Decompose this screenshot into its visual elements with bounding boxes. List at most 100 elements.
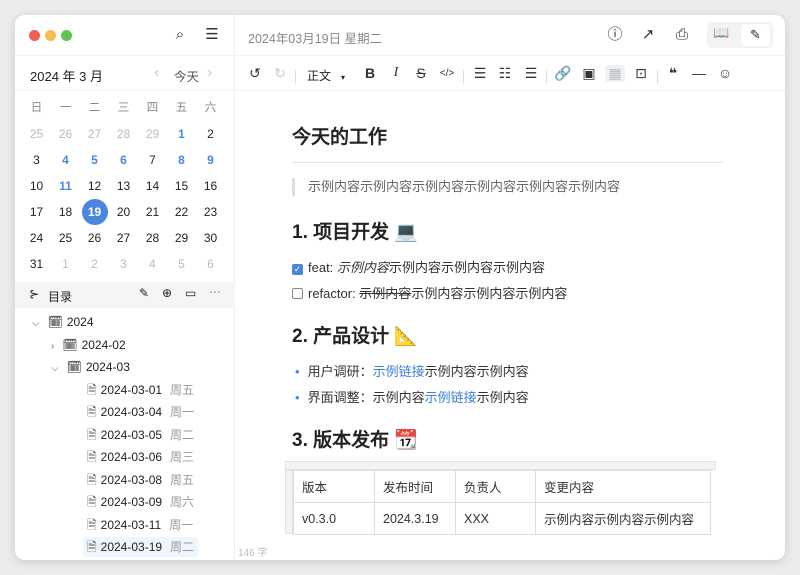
tree-folder[interactable]: ⌵ 🗓 2024-03 [51, 357, 130, 377]
calendar-day[interactable]: 13 [109, 175, 138, 197]
table-cell[interactable]: 2024.3.19 [374, 502, 456, 535]
checkbox-unchecked[interactable] [292, 288, 303, 299]
example-link[interactable]: 示例链接 [373, 364, 425, 379]
tree-file[interactable]: 🗎 2024-03-06 周三 [87, 447, 194, 467]
edit-mode-icon[interactable]: ✎ [741, 24, 770, 46]
today-button[interactable]: 今天 [174, 66, 199, 85]
tree-weekday: 周六 [170, 495, 195, 509]
calendar-day[interactable]: 28 [138, 227, 167, 249]
table-row-handles[interactable] [285, 470, 293, 534]
calendar-day[interactable]: 3 [22, 149, 51, 171]
calendar-day[interactable]: 14 [138, 175, 167, 197]
calendar-day[interactable]: 8 [167, 149, 196, 171]
table-header-cell[interactable]: 负责人 [455, 470, 536, 503]
calendar-day[interactable]: 19 [81, 199, 108, 225]
redo-icon[interactable]: ↻ [270, 65, 290, 82]
calendar-day[interactable]: 22 [167, 201, 196, 223]
calendar-day[interactable]: 31 [22, 253, 51, 275]
calendar-day[interactable]: 2 [196, 123, 225, 145]
calendar-day[interactable]: 4 [138, 253, 167, 275]
chevron-down-icon[interactable]: ⌵ [51, 363, 59, 374]
word-count: 146 字 [238, 548, 268, 559]
undo-icon[interactable]: ↺ [245, 65, 265, 82]
calendar-day[interactable]: 29 [138, 123, 167, 145]
chevron-right-icon[interactable]: › [51, 341, 54, 352]
calendar-day[interactable]: 26 [51, 123, 80, 145]
calendar-day[interactable]: 27 [80, 123, 109, 145]
calendar-day[interactable]: 24 [22, 227, 51, 249]
chevron-down-icon[interactable]: ⌵ [32, 318, 40, 329]
tree-weekday: 周二 [170, 540, 195, 554]
calendar-day[interactable]: 1 [167, 123, 196, 145]
table-header-cell[interactable]: 变更内容 [535, 470, 711, 503]
divider [292, 162, 723, 163]
example-link[interactable]: 示例链接 [425, 390, 477, 405]
calendar-day[interactable]: 18 [51, 201, 80, 223]
tree-file[interactable]: 🗎 2024-03-04 周一 [87, 402, 194, 422]
calendar-day[interactable]: 25 [51, 227, 80, 249]
calendar-day[interactable]: 11 [51, 175, 80, 197]
table-cell[interactable]: 示例内容示例内容示例内容 [535, 502, 711, 535]
calendar-day[interactable]: 1 [51, 253, 80, 275]
calendar-day[interactable]: 25 [22, 123, 51, 145]
tree-file[interactable]: 🗎 2024-03-11 周一 [87, 515, 193, 535]
outline-tree-icon: ⊱ [29, 287, 40, 301]
calendar-day[interactable]: 16 [196, 175, 225, 197]
tree-label: 2024-02 [81, 337, 126, 352]
prev-month-button[interactable]: ‹ [154, 64, 159, 82]
collapse-icon[interactable]: ▭ [185, 286, 196, 300]
calendar-day[interactable]: 12 [80, 175, 109, 197]
calendar-day[interactable]: 30 [196, 227, 225, 249]
tree-file[interactable]: 🗎 2024-03-05 周二 [87, 425, 194, 445]
calendar-day[interactable]: 28 [109, 123, 138, 145]
calendar-day[interactable]: 5 [167, 253, 196, 275]
table-column-handles[interactable] [285, 461, 716, 470]
tree-folder[interactable]: ⌵ 🗓 2024 [32, 312, 94, 332]
tree-label: 2024-03-11 [100, 517, 162, 532]
weekday-label: 三 [117, 102, 130, 114]
calendar-day[interactable]: 21 [138, 201, 167, 223]
document[interactable]: 今天的工作 示例内容示例内容示例内容示例内容示例内容示例内容 1. 项目开发 💻… [285, 15, 732, 545]
search-icon[interactable]: ⌕ [170, 25, 190, 45]
calendar-day[interactable]: 6 [196, 253, 225, 275]
calendar-day[interactable]: 23 [196, 201, 225, 223]
table-header-cell[interactable]: 发布时间 [374, 470, 456, 503]
bullet-item: • 界面调整：示例内容示例链接示例内容 [295, 390, 529, 405]
calendar-day[interactable]: 20 [109, 201, 138, 223]
minimize-window-button[interactable] [45, 30, 56, 41]
more-icon[interactable]: ⋯ [209, 285, 221, 299]
calendar-day[interactable]: 4 [51, 149, 80, 171]
calendar-day[interactable]: 6 [109, 149, 138, 171]
calendar-day[interactable]: 26 [80, 227, 109, 249]
tree-file[interactable]: 🗎 2024-03-08 周五 [87, 470, 194, 490]
checkbox-checked[interactable]: ✓ [292, 264, 303, 275]
calendar-day[interactable]: 9 [196, 149, 225, 171]
tree-file[interactable]: 🗎 2024-03-19 周二 [83, 537, 199, 557]
tree-file[interactable]: 🗎 2024-03-01 周五 [87, 380, 194, 400]
calendar-day[interactable]: 15 [167, 175, 196, 197]
document-icon: 🗎 [87, 405, 97, 419]
menu-icon[interactable]: ☰ [202, 25, 222, 45]
calendar-day[interactable]: 17 [22, 201, 51, 223]
tree-folder[interactable]: › 🗓 2024-02 [51, 335, 126, 355]
close-window-button[interactable] [29, 30, 40, 41]
calendar-day[interactable]: 2 [80, 253, 109, 275]
locate-icon[interactable]: ⊕ [162, 286, 172, 300]
calendar-day[interactable]: 27 [109, 227, 138, 249]
next-month-button[interactable]: › [207, 64, 212, 82]
tree-weekday: 周一 [170, 405, 195, 419]
calendar-day[interactable]: 29 [167, 227, 196, 249]
calendar-day[interactable]: 5 [80, 149, 109, 171]
tree-label: 2024-03-01 [100, 382, 163, 397]
calendar-day[interactable]: 3 [109, 253, 138, 275]
table-header-cell[interactable]: 版本 [293, 470, 375, 503]
tree-file[interactable]: 🗎 2024-03-09 周六 [87, 492, 194, 512]
blockquote: 示例内容示例内容示例内容示例内容示例内容示例内容 [292, 178, 620, 196]
table-cell[interactable]: v0.3.0 [293, 502, 375, 535]
calendar-day[interactable]: 10 [22, 175, 51, 197]
edit-icon[interactable]: ✎ [139, 286, 149, 300]
app-window: ⌕ ☰ 2024 年 3 月 ‹ 今天 › 日一二三四五六 25 26 27 28 29 1… [15, 15, 785, 560]
calendar-day[interactable]: 7 [138, 149, 167, 171]
table-cell[interactable]: XXX [455, 502, 536, 535]
maximize-window-button[interactable] [61, 30, 72, 41]
